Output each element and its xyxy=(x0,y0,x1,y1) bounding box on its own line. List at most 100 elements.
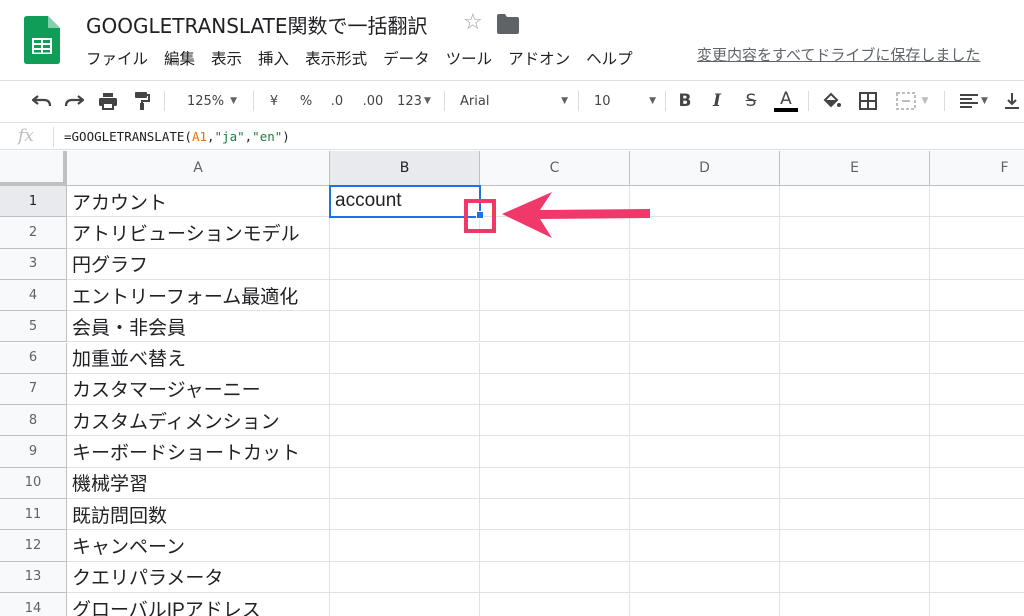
menu-tools[interactable]: ツール xyxy=(438,45,501,71)
cell-d7[interactable] xyxy=(630,373,780,406)
print-button[interactable] xyxy=(96,89,120,113)
strikethrough-button[interactable]: S xyxy=(741,89,761,113)
menu-insert[interactable]: 挿入 xyxy=(250,45,297,71)
cell-c6[interactable] xyxy=(480,342,630,374)
cell-c7[interactable] xyxy=(480,373,630,406)
row-header[interactable]: 9 xyxy=(0,436,67,468)
cell-c3[interactable] xyxy=(480,248,630,280)
cell-f12[interactable] xyxy=(930,530,1024,562)
font-family-select[interactable]: Arial ▼ xyxy=(460,89,568,113)
cell-d10[interactable] xyxy=(630,467,780,499)
fill-color-button[interactable] xyxy=(820,89,844,113)
borders-button[interactable] xyxy=(856,89,880,113)
cell-a10[interactable]: 機械学習 xyxy=(67,467,330,499)
paint-format-button[interactable] xyxy=(130,89,154,113)
cell-f13[interactable] xyxy=(930,562,1024,593)
decimal-increase-button[interactable]: .00 xyxy=(360,89,386,113)
row-header[interactable]: 13 xyxy=(0,561,67,593)
cell-b13[interactable] xyxy=(330,561,480,593)
cell-b3[interactable] xyxy=(330,248,480,280)
menu-edit[interactable]: 編集 xyxy=(156,45,203,71)
cell-e2[interactable] xyxy=(780,217,930,249)
cell-f4[interactable] xyxy=(930,280,1024,312)
cell-e9[interactable] xyxy=(780,436,930,468)
cell-a6[interactable]: 加重並べ替え xyxy=(67,342,330,374)
text-color-button[interactable]: A xyxy=(773,89,799,113)
save-status-link[interactable]: 変更内容をすべてドライブに保存しました xyxy=(697,44,980,65)
cell-b8[interactable] xyxy=(330,405,480,437)
column-header-a[interactable]: A xyxy=(67,151,330,186)
document-title[interactable]: GOOGLETRANSLATE関数で一括翻訳 xyxy=(86,10,427,39)
cell-b2[interactable] xyxy=(330,217,480,249)
menu-file[interactable]: ファイル xyxy=(78,45,156,71)
column-header-e[interactable]: E xyxy=(780,151,930,186)
cell-c13[interactable] xyxy=(480,561,630,593)
select-all-corner[interactable] xyxy=(0,151,67,186)
cell-e5[interactable] xyxy=(780,311,930,343)
cell-d4[interactable] xyxy=(630,279,780,312)
cell-e4[interactable] xyxy=(780,279,930,312)
cell-f6[interactable] xyxy=(930,343,1024,374)
cell-a5[interactable]: 会員・非会員 xyxy=(67,311,330,343)
cell-e12[interactable] xyxy=(780,530,930,562)
folder-icon[interactable] xyxy=(497,14,519,34)
row-header[interactable]: 8 xyxy=(0,405,67,437)
cell-d6[interactable] xyxy=(630,342,780,374)
currency-button[interactable]: ¥ xyxy=(266,89,282,113)
cell-a4[interactable]: エントリーフォーム最適化 xyxy=(67,279,330,312)
cell-e10[interactable] xyxy=(780,467,930,499)
cell-d8[interactable] xyxy=(630,405,780,437)
menu-format[interactable]: 表示形式 xyxy=(297,45,375,71)
column-header-c[interactable]: C xyxy=(480,151,630,186)
cell-f7[interactable] xyxy=(930,374,1024,406)
cell-b9[interactable] xyxy=(330,436,480,468)
zoom-select[interactable]: 125% ▼ xyxy=(180,89,244,113)
row-header[interactable]: 4 xyxy=(0,279,67,312)
horizontal-align-button[interactable]: ▼ xyxy=(954,89,994,113)
cell-f9[interactable] xyxy=(930,436,1024,468)
cell-e8[interactable] xyxy=(780,405,930,437)
cell-e14[interactable] xyxy=(780,592,930,616)
column-header-f[interactable]: F xyxy=(930,151,1024,186)
bold-button[interactable]: B xyxy=(675,89,695,113)
cell-c14[interactable] xyxy=(480,592,630,616)
cell-d3[interactable] xyxy=(630,248,780,280)
cell-a3[interactable]: 円グラフ xyxy=(67,248,330,280)
cell-e7[interactable] xyxy=(780,373,930,406)
redo-button[interactable] xyxy=(62,89,86,113)
cell-f11[interactable] xyxy=(930,499,1024,531)
cell-a12[interactable]: キャンペーン xyxy=(67,530,330,562)
row-header[interactable]: 5 xyxy=(0,311,67,343)
row-header[interactable]: 14 xyxy=(0,592,67,616)
cell-c12[interactable] xyxy=(480,530,630,562)
percent-button[interactable]: % xyxy=(298,89,314,113)
cell-c5[interactable] xyxy=(480,311,630,343)
vertical-align-button[interactable] xyxy=(1002,89,1022,113)
cell-a11[interactable]: 既訪問回数 xyxy=(67,499,330,531)
row-header[interactable]: 2 xyxy=(0,217,67,249)
merge-cells-button[interactable]: ▼ xyxy=(890,89,934,113)
column-header-b[interactable]: B xyxy=(330,151,480,186)
cell-b4[interactable] xyxy=(330,279,480,312)
font-size-select[interactable]: 10 ▼ xyxy=(594,89,656,113)
cell-f3[interactable] xyxy=(930,249,1024,280)
cell-f8[interactable] xyxy=(930,405,1024,437)
cell-e6[interactable] xyxy=(780,342,930,374)
cell-f10[interactable] xyxy=(930,468,1024,499)
cell-f5[interactable] xyxy=(930,311,1024,343)
menu-addons[interactable]: アドオン xyxy=(500,45,578,71)
formula-input[interactable]: =GOOGLETRANSLATE(A1,"ja","en") xyxy=(64,129,290,144)
cell-a7[interactable]: カスタマージャーニー xyxy=(67,373,330,406)
cell-b7[interactable] xyxy=(330,373,480,406)
menu-view[interactable]: 表示 xyxy=(203,45,250,71)
undo-button[interactable] xyxy=(30,89,54,113)
cell-e11[interactable] xyxy=(780,499,930,531)
fill-handle[interactable] xyxy=(476,211,484,219)
cell-b6[interactable] xyxy=(330,342,480,374)
row-header[interactable]: 1 xyxy=(0,186,67,218)
cell-c4[interactable] xyxy=(480,279,630,312)
cell-a1[interactable]: アカウント xyxy=(67,186,330,218)
row-header[interactable]: 3 xyxy=(0,248,67,280)
cell-b10[interactable] xyxy=(330,467,480,499)
cell-a14[interactable]: グローバルIPアドレス xyxy=(67,592,330,616)
